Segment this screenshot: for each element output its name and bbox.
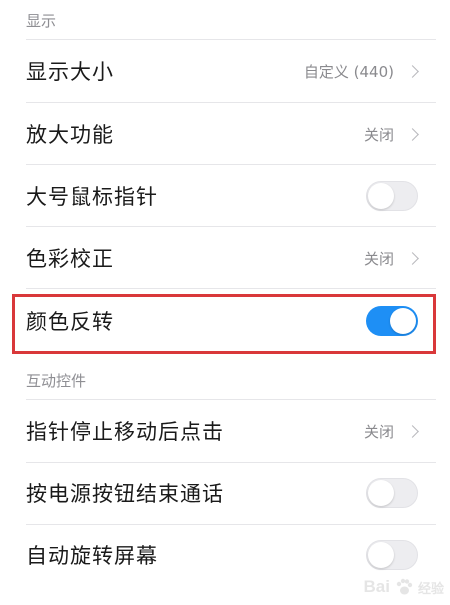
watermark-suffix: 经验 xyxy=(417,581,444,597)
row-label: 按电源按钮结束通话 xyxy=(26,482,224,506)
row-value: 关闭 xyxy=(363,125,394,144)
chevron-right-icon xyxy=(406,64,419,78)
toggle-knob xyxy=(368,480,394,506)
row-label: 色彩校正 xyxy=(26,247,114,271)
section-header-display: 显示 xyxy=(26,12,57,30)
row-label: 显示大小 xyxy=(26,60,114,84)
accessibility-settings-page: 显示 显示大小 自定义 (440) 放大功能 关闭 大号鼠标指针 色彩校正 关闭… xyxy=(0,0,450,605)
paw-icon xyxy=(396,578,413,595)
row-display-size[interactable]: 显示大小 自定义 (440) xyxy=(0,40,450,102)
chevron-right-icon xyxy=(406,424,419,438)
watermark-text: Bai xyxy=(363,577,390,596)
row-color-correction[interactable]: 色彩校正 关闭 xyxy=(0,227,450,289)
toggle-knob xyxy=(368,542,394,568)
row-label: 大号鼠标指针 xyxy=(26,185,158,209)
row-label: 指针停止移动后点击 xyxy=(26,420,224,444)
row-value: 关闭 xyxy=(363,422,394,441)
section-header-interaction: 互动控件 xyxy=(26,372,87,390)
chevron-right-icon xyxy=(406,127,419,141)
highlight-box xyxy=(12,294,436,354)
row-magnification[interactable]: 放大功能 关闭 xyxy=(0,103,450,165)
baidu-watermark: Bai 经验 xyxy=(364,577,444,597)
row-label: 放大功能 xyxy=(26,123,114,147)
divider xyxy=(26,288,436,289)
auto-rotate-toggle[interactable] xyxy=(366,540,418,570)
row-power-button-ends-call[interactable]: 按电源按钮结束通话 xyxy=(0,462,450,524)
row-label: 自动旋转屏幕 xyxy=(26,544,158,568)
row-large-pointer[interactable]: 大号鼠标指针 xyxy=(0,165,450,227)
toggle-knob xyxy=(368,183,394,209)
power-button-ends-call-toggle[interactable] xyxy=(366,478,418,508)
row-value: 关闭 xyxy=(363,249,394,268)
large-pointer-toggle[interactable] xyxy=(366,181,418,211)
chevron-right-icon xyxy=(406,251,419,265)
row-value: 自定义 (440) xyxy=(303,62,394,81)
row-click-after-pointer-stops[interactable]: 指针停止移动后点击 关闭 xyxy=(0,400,450,462)
